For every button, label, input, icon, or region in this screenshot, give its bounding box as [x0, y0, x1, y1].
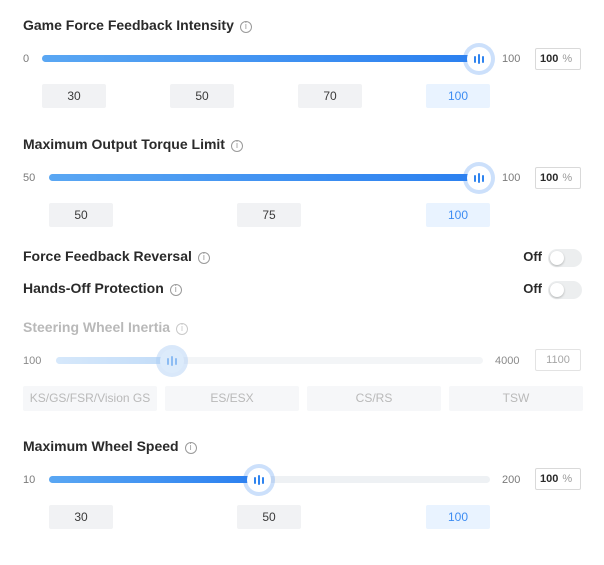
wheel-speed-min-label: 10	[23, 474, 36, 486]
info-icon[interactable]: i	[184, 442, 197, 454]
wheel-speed-slider-thumb[interactable]	[247, 468, 271, 492]
wheel-speed-slider-fill	[49, 476, 257, 483]
wheel-speed-title-text: Maximum Wheel Speed	[23, 438, 179, 454]
wheel-speed-preset-100[interactable]: 100	[426, 505, 490, 529]
wheel-speed-section: Maximum Wheel Speed i 10 200 100% 30 50 1…	[0, 0, 604, 540]
wheel-speed-value-input[interactable]: 100%	[535, 468, 581, 490]
wheel-speed-max-label: 200	[502, 474, 521, 486]
wheel-speed-value: 100	[540, 473, 559, 485]
wheel-speed-preset-30[interactable]: 30	[49, 505, 113, 529]
wheel-speed-title: Maximum Wheel Speed i	[23, 438, 197, 454]
wheel-speed-unit: %	[562, 473, 573, 485]
wheel-speed-preset-50[interactable]: 50	[237, 505, 301, 529]
